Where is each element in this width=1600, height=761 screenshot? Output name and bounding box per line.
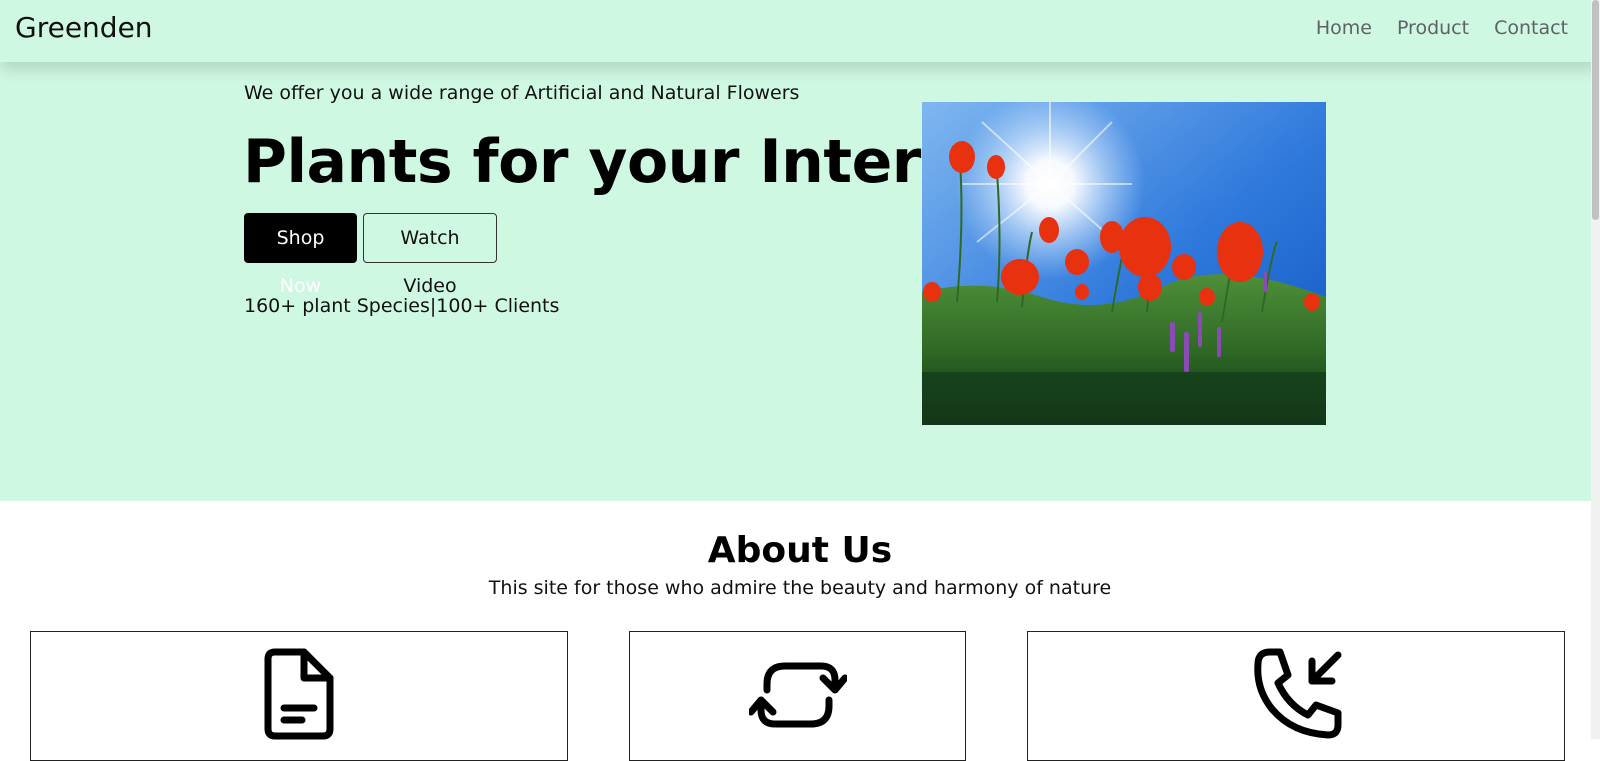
- scrollbar-thumb[interactable]: [1592, 0, 1599, 220]
- navbar: Greenden Home Product Contact: [0, 0, 1600, 62]
- about-title: About Us: [707, 530, 893, 571]
- about-subtitle: This site for those who admire the beaut…: [488, 577, 1112, 599]
- page-scrollbar[interactable]: [1591, 0, 1600, 739]
- refresh-icon: [747, 656, 849, 738]
- watch-video-button[interactable]: Watch Video: [363, 213, 497, 297]
- hero-tagline: We offer you a wide range of Artificial …: [244, 82, 800, 104]
- shop-now-button[interactable]: Shop Now: [244, 213, 357, 297]
- nav-link-product[interactable]: Product: [1397, 14, 1469, 42]
- hero-section: We offer you a wide range of Artificial …: [0, 62, 1600, 501]
- nav-links: Home Product Contact: [1291, 14, 1568, 42]
- hero-title: Plants for your Interior: [243, 127, 1011, 197]
- poppy-field-image: [922, 102, 1326, 425]
- document-icon: [260, 647, 336, 745]
- feature-card: [1027, 631, 1565, 761]
- brand-logo[interactable]: Greenden: [15, 10, 153, 46]
- feature-card: [30, 631, 568, 761]
- feature-card: [629, 631, 966, 761]
- hero-stats: 160+ plant Species|100+ Clients: [244, 295, 560, 317]
- nav-link-home[interactable]: Home: [1316, 14, 1372, 42]
- nav-link-contact[interactable]: Contact: [1494, 14, 1568, 42]
- phone-incoming-icon: [1252, 647, 1344, 745]
